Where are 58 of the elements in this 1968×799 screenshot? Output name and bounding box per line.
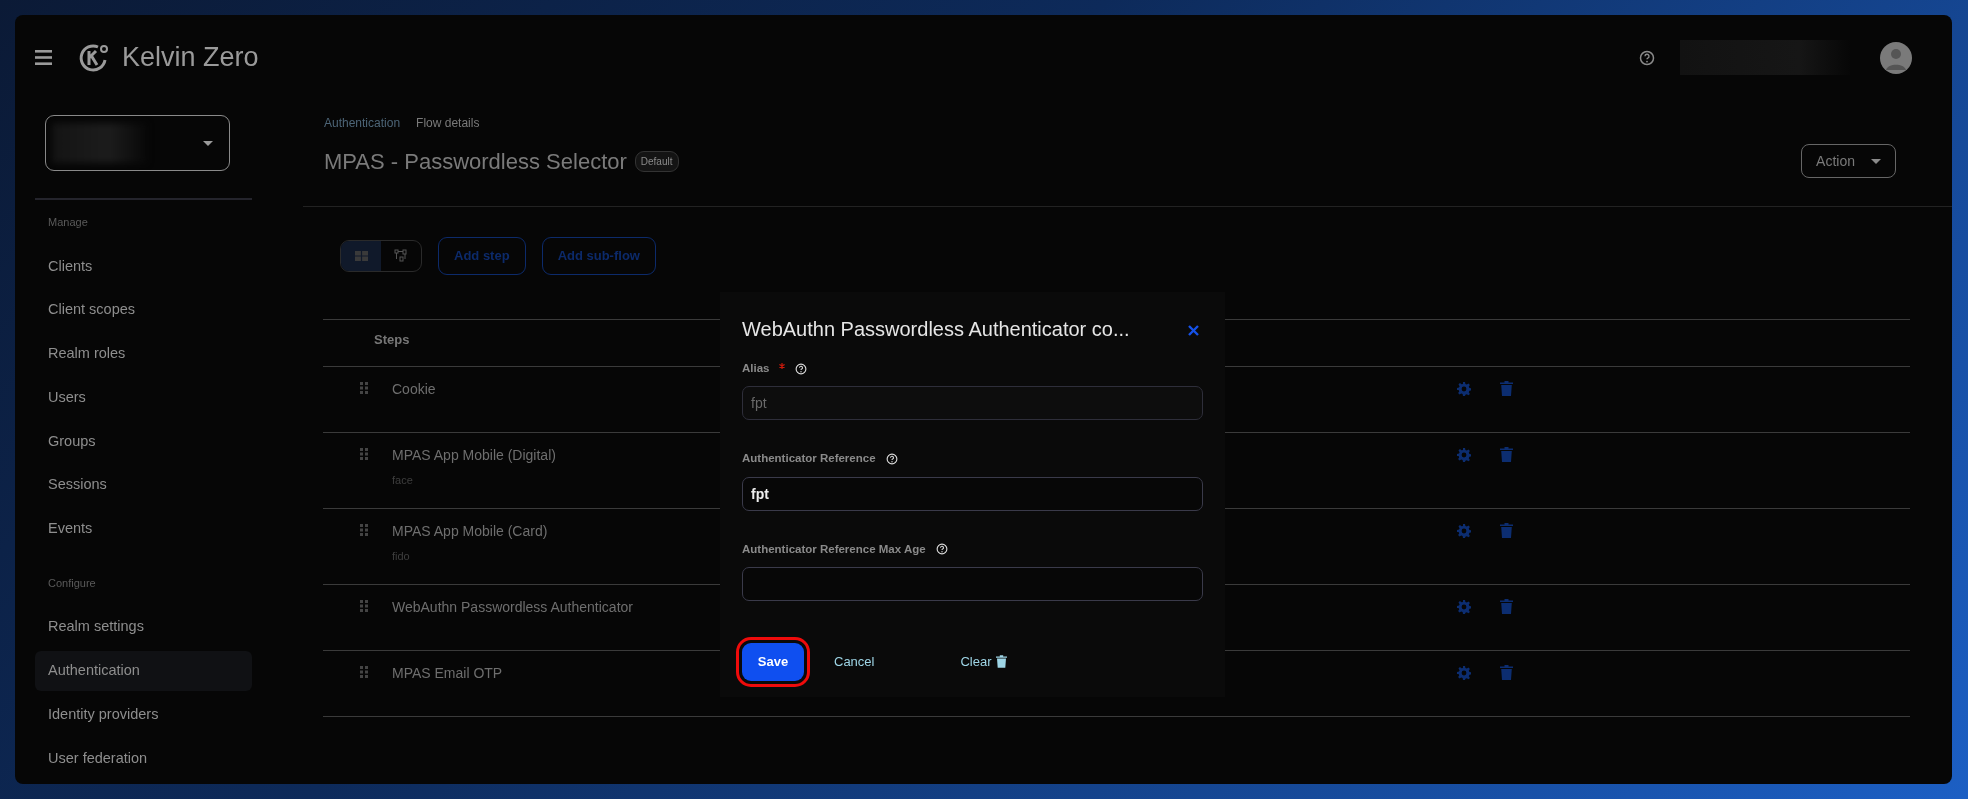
step-name: WebAuthn Passwordless Authenticator bbox=[392, 597, 633, 617]
drag-handle-icon[interactable] bbox=[360, 447, 368, 460]
sidebar-item[interactable]: Sessions bbox=[35, 465, 252, 505]
close-icon bbox=[1188, 324, 1199, 336]
settings-icon[interactable] bbox=[1457, 599, 1471, 614]
caret-icon bbox=[203, 140, 213, 146]
sidebar-item[interactable]: Client scopes bbox=[35, 290, 252, 330]
settings-icon[interactable] bbox=[1457, 381, 1471, 396]
sidebar-item[interactable]: User federation bbox=[35, 738, 252, 779]
sidebar-item[interactable]: Clients bbox=[35, 246, 252, 287]
breadcrumb-link[interactable]: Authentication bbox=[324, 114, 401, 132]
drag-handle-icon[interactable] bbox=[360, 523, 368, 536]
section-heading: Configure bbox=[47, 575, 97, 591]
step-name: MPAS App Mobile (Card) bbox=[392, 521, 548, 541]
settings-icon[interactable] bbox=[1457, 447, 1471, 462]
sidebar-item[interactable]: Identity providers bbox=[35, 694, 252, 735]
sidebar-item[interactable]: Users bbox=[35, 377, 252, 418]
avatar-icon[interactable] bbox=[1880, 41, 1912, 74]
drag-handle-icon[interactable] bbox=[360, 665, 368, 678]
settings-icon[interactable] bbox=[1457, 665, 1471, 680]
trash-icon bbox=[995, 655, 1007, 669]
realm-selector[interactable] bbox=[45, 115, 230, 171]
sidebar-item[interactable]: Realm roles bbox=[35, 334, 252, 374]
field-label: Authenticator Reference bbox=[742, 451, 876, 467]
section-heading: Manage bbox=[47, 215, 89, 230]
help-icon[interactable] bbox=[1639, 49, 1655, 66]
step-name: Cookie bbox=[392, 379, 436, 399]
diagram-icon bbox=[394, 249, 408, 263]
settings-icon[interactable] bbox=[1457, 523, 1471, 538]
logo-icon bbox=[78, 41, 110, 74]
delete-icon[interactable] bbox=[1500, 380, 1513, 396]
step-name: MPAS Email OTP bbox=[392, 663, 503, 683]
input-field[interactable]: fpt bbox=[742, 476, 1203, 511]
page-title: MPAS - Passwordless Selector bbox=[324, 147, 627, 176]
drag-handle-icon[interactable] bbox=[360, 599, 368, 612]
caret-icon bbox=[1871, 158, 1881, 164]
table-icon bbox=[354, 251, 368, 261]
sidebar-item[interactable]: Groups bbox=[35, 421, 252, 462]
clear-button[interactable]: Clear bbox=[960, 652, 1007, 672]
delete-icon[interactable] bbox=[1500, 522, 1513, 538]
drag-handle-icon[interactable] bbox=[360, 381, 368, 394]
field-label: Authenticator Reference Max Age bbox=[742, 541, 926, 557]
sidebar-item[interactable]: Authentication bbox=[35, 651, 252, 691]
modal-title: WebAuthn Passwordless Authenticator co... bbox=[742, 317, 1130, 342]
cancel-button[interactable]: Cancel bbox=[834, 652, 875, 672]
brand-name: Kelvin Zero bbox=[122, 41, 259, 75]
default-badge: Default bbox=[634, 150, 679, 172]
table-view-toggle[interactable] bbox=[341, 241, 381, 271]
delete-icon[interactable] bbox=[1500, 598, 1513, 614]
step-name: MPAS App Mobile (Digital) bbox=[392, 445, 556, 465]
menu-icon[interactable] bbox=[35, 50, 52, 65]
input-field[interactable] bbox=[742, 566, 1203, 601]
action-dropdown[interactable]: Action bbox=[1801, 144, 1896, 178]
sidebar-item[interactable]: Realm settings bbox=[35, 607, 252, 647]
delete-icon[interactable] bbox=[1500, 446, 1513, 462]
delete-icon[interactable] bbox=[1500, 664, 1513, 680]
sidebar-item[interactable]: Events bbox=[35, 509, 252, 549]
breadcrumb-current: Flow details bbox=[416, 115, 480, 132]
